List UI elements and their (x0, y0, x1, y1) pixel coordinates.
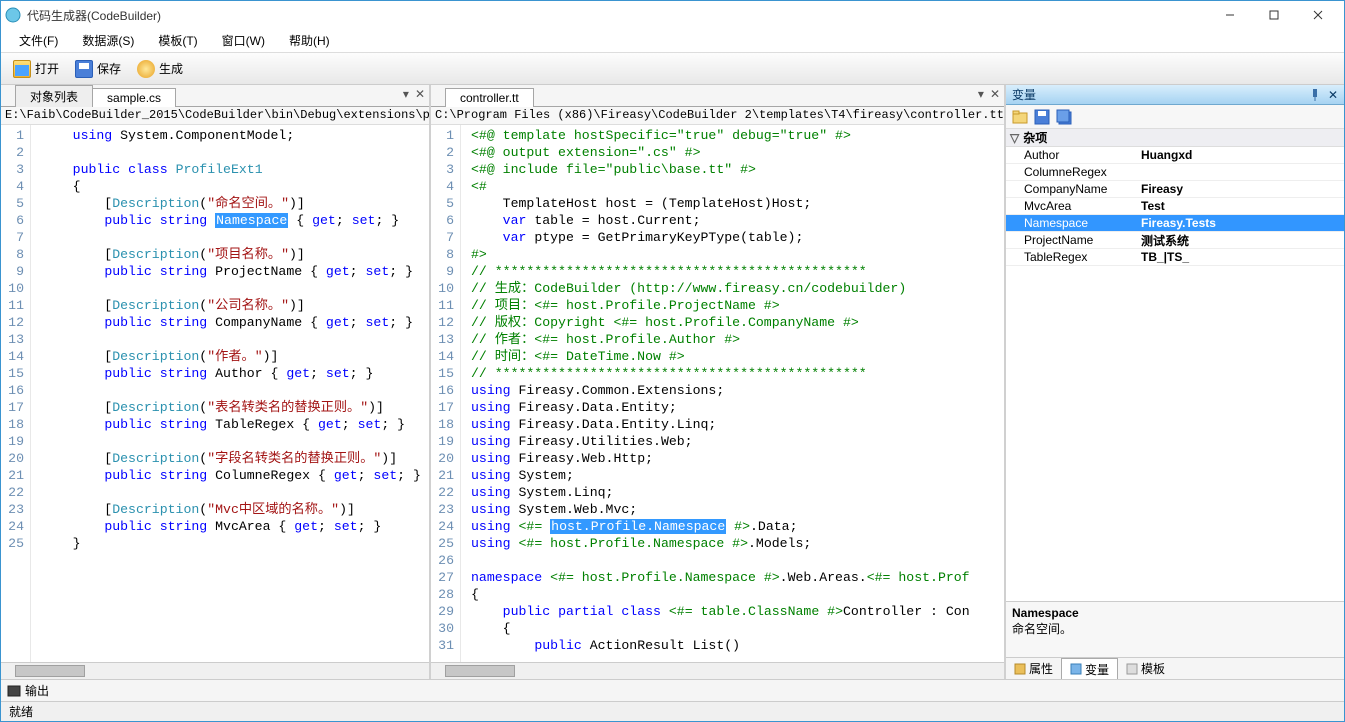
variables-header: 变量 ✕ (1006, 85, 1344, 105)
menu-datasource[interactable]: 数据源(S) (72, 30, 144, 51)
tab-objects[interactable]: 对象列表 (15, 85, 93, 107)
toolbar: 打开 保存 生成 (1, 53, 1344, 85)
mid-pane: controller.tt ▾ ✕ C:\Program Files (x86)\… (431, 85, 1006, 679)
property-row[interactable]: ColumneRegex (1006, 164, 1344, 181)
output-tab[interactable]: 输出 (25, 682, 49, 699)
left-pane: 对象列表 sample.cs ▾ ✕ E:\Faib\CodeBuilder_20… (1, 85, 431, 679)
mid-tabstrip: controller.tt ▾ ✕ (431, 85, 1004, 107)
property-row[interactable]: MvcAreaTest (1006, 198, 1344, 215)
mid-code[interactable]: <#@ template hostSpecific="true" debug="… (461, 125, 1004, 662)
menu-help[interactable]: 帮助(H) (279, 30, 340, 51)
wand-icon (137, 60, 155, 78)
pin-icon[interactable] (1308, 88, 1322, 102)
scrollbar-thumb[interactable] (445, 665, 515, 677)
menu-window[interactable]: 窗口(W) (212, 30, 275, 51)
tab-close-icon[interactable]: ✕ (990, 87, 1000, 101)
property-name: ColumneRegex (1006, 165, 1141, 179)
window-title: 代码生成器(CodeBuilder) (27, 7, 1208, 24)
save-button[interactable]: 保存 (69, 58, 127, 80)
property-name: Namespace (1006, 216, 1141, 230)
open-button[interactable]: 打开 (7, 58, 65, 80)
output-icon (7, 684, 21, 698)
right-pane: 变量 ✕ ▽ 杂项 AuthorHuangxdColumneRegex Compa… (1006, 85, 1344, 679)
save-all-icon[interactable] (1056, 109, 1072, 125)
prop-section-header[interactable]: ▽ 杂项 (1006, 129, 1344, 147)
rtab-tpl[interactable]: 模板 (1118, 658, 1173, 679)
tab-controller[interactable]: controller.tt (445, 88, 534, 107)
property-value[interactable]: 测试系统 (1141, 232, 1344, 249)
mid-path: C:\Program Files (x86)\Fireasy\CodeBuild… (431, 107, 1004, 125)
property-value[interactable]: TB_|TS_ (1141, 250, 1344, 264)
right-tabs: 属性 变量 模板 (1006, 657, 1344, 679)
save-icon[interactable] (1034, 109, 1050, 125)
left-path: E:\Faib\CodeBuilder_2015\CodeBuilder\bin… (1, 107, 429, 125)
rtab-vars[interactable]: 变量 (1061, 658, 1118, 680)
desc-text: 命名空间。 (1012, 620, 1338, 637)
property-row[interactable]: ProjectName测试系统 (1006, 232, 1344, 249)
property-row[interactable]: CompanyNameFireasy (1006, 181, 1344, 198)
desc-name: Namespace (1012, 606, 1338, 620)
property-name: MvcArea (1006, 199, 1141, 213)
folder-icon[interactable] (1012, 109, 1028, 125)
left-gutter: 1 2 3 4 5 6 7 8 9 10 11 12 13 14 15 16 1… (1, 125, 31, 662)
property-value[interactable]: Test (1141, 199, 1344, 213)
scrollbar-thumb[interactable] (15, 665, 85, 677)
property-grid[interactable]: AuthorHuangxdColumneRegexCompanyNameFire… (1006, 147, 1344, 601)
statusbar: 就绪 (1, 701, 1344, 721)
titlebar: 代码生成器(CodeBuilder) (1, 1, 1344, 29)
property-name: CompanyName (1006, 182, 1141, 196)
mid-editor[interactable]: 1 2 3 4 5 6 7 8 9 10 11 12 13 14 15 16 1… (431, 125, 1004, 662)
folder-open-icon (13, 60, 31, 78)
tpl-icon (1126, 663, 1138, 675)
status-text: 就绪 (9, 703, 33, 720)
property-name: Author (1006, 148, 1141, 162)
left-code[interactable]: using System.ComponentModel; public clas… (31, 125, 429, 662)
left-tabstrip: 对象列表 sample.cs ▾ ✕ (1, 85, 429, 107)
close-button[interactable] (1296, 1, 1340, 29)
property-row[interactable]: AuthorHuangxd (1006, 147, 1344, 164)
app-window: 代码生成器(CodeBuilder) 文件(F) 数据源(S) 模板(T) 窗口… (0, 0, 1345, 722)
tab-close-icon[interactable]: ✕ (415, 87, 425, 101)
right-toolbar (1006, 105, 1344, 129)
left-scrollbar[interactable] (1, 662, 429, 679)
property-value[interactable]: Huangxd (1141, 148, 1344, 162)
mid-scrollbar[interactable] (431, 662, 1004, 679)
tab-sample[interactable]: sample.cs (92, 88, 176, 107)
menu-file[interactable]: 文件(F) (9, 30, 68, 51)
menubar: 文件(F) 数据源(S) 模板(T) 窗口(W) 帮助(H) (1, 29, 1344, 53)
vars-icon (1070, 663, 1082, 675)
props-icon (1014, 663, 1026, 675)
chevron-down-icon: ▽ (1010, 131, 1019, 145)
property-value[interactable]: Fireasy.Tests (1141, 216, 1344, 230)
bottom-bar: 输出 (1, 679, 1344, 701)
property-value[interactable]: Fireasy (1141, 182, 1344, 196)
property-description: Namespace 命名空间。 (1006, 601, 1344, 657)
menu-template[interactable]: 模板(T) (148, 30, 207, 51)
app-icon (5, 7, 21, 23)
tab-dropdown-icon[interactable]: ▾ (978, 87, 984, 101)
panel-close-icon[interactable]: ✕ (1328, 88, 1338, 102)
property-name: ProjectName (1006, 233, 1141, 247)
content-area: 对象列表 sample.cs ▾ ✕ E:\Faib\CodeBuilder_20… (1, 85, 1344, 679)
generate-button[interactable]: 生成 (131, 58, 189, 80)
property-row[interactable]: TableRegexTB_|TS_ (1006, 249, 1344, 266)
tab-dropdown-icon[interactable]: ▾ (403, 87, 409, 101)
variables-title: 变量 (1012, 86, 1036, 103)
left-editor[interactable]: 1 2 3 4 5 6 7 8 9 10 11 12 13 14 15 16 1… (1, 125, 429, 662)
property-row[interactable]: NamespaceFireasy.Tests (1006, 215, 1344, 232)
property-name: TableRegex (1006, 250, 1141, 264)
mid-gutter: 1 2 3 4 5 6 7 8 9 10 11 12 13 14 15 16 1… (431, 125, 461, 662)
maximize-button[interactable] (1252, 1, 1296, 29)
rtab-props[interactable]: 属性 (1006, 658, 1061, 679)
minimize-button[interactable] (1208, 1, 1252, 29)
save-icon (75, 60, 93, 78)
